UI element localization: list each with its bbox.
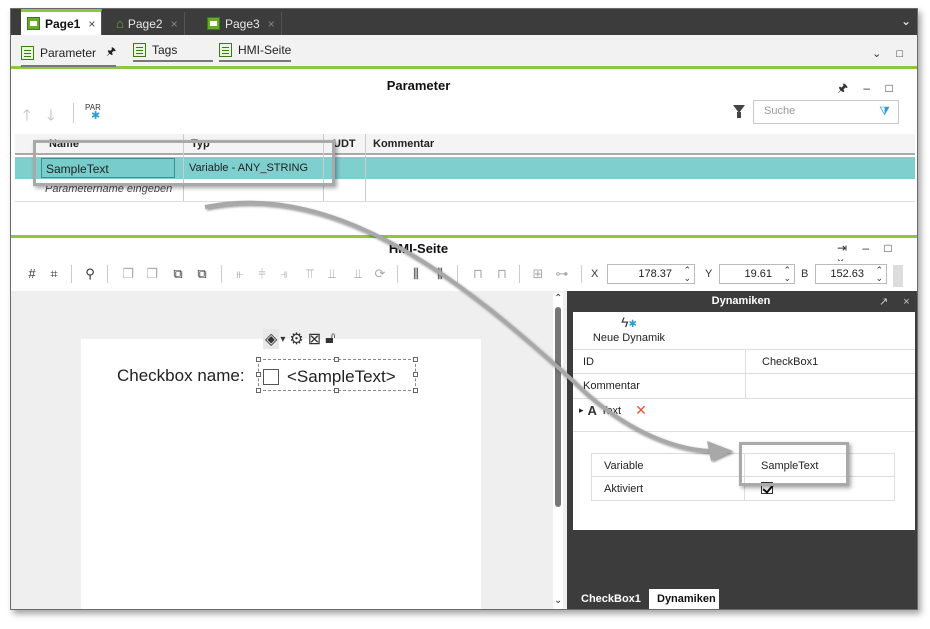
arrow-path bbox=[204, 200, 712, 453]
drag-arrow bbox=[204, 200, 733, 461]
arrow-head bbox=[707, 441, 733, 461]
application-window: Page1 × ⌂ Page2 × Page3 × ⌄ Parameter 🖈 … bbox=[10, 8, 918, 610]
